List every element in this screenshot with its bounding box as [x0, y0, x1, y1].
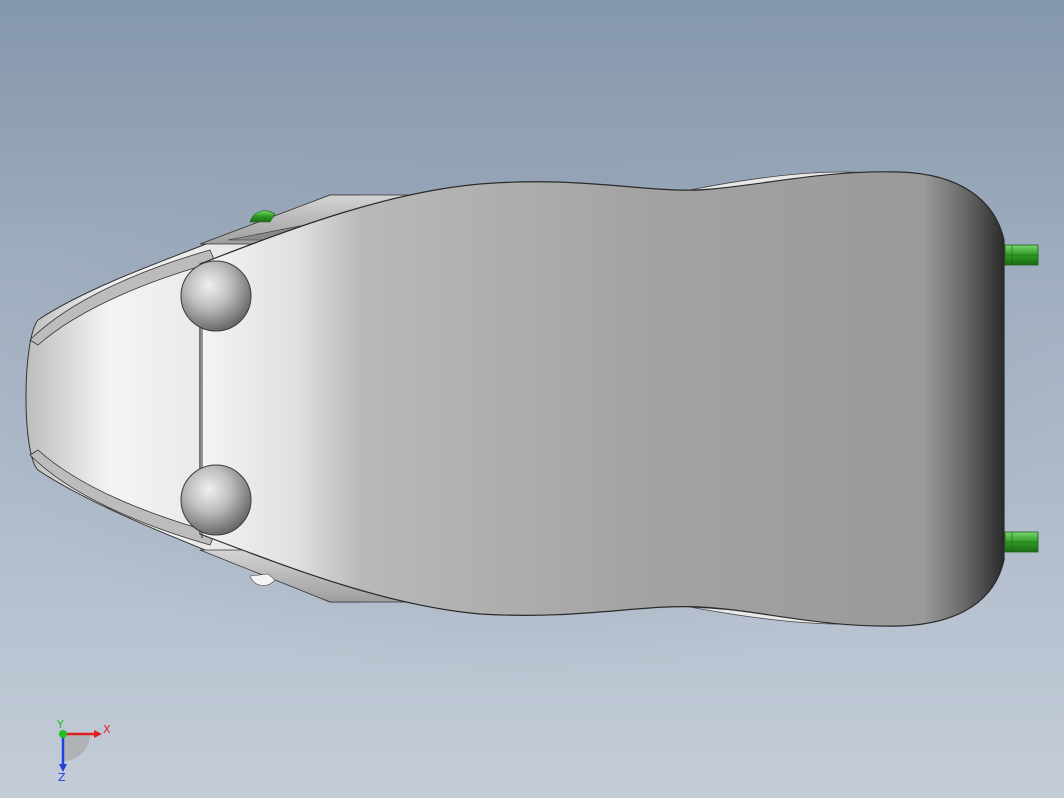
x-axis-label: X	[103, 723, 111, 736]
x-axis-arrowhead	[94, 730, 102, 738]
reference-triad[interactable]: X Y Z	[50, 718, 120, 788]
ball-top[interactable]	[180, 260, 252, 332]
triad-quarter-disc	[63, 734, 90, 761]
ball-bottom[interactable]	[180, 464, 252, 536]
green-pin-bottom[interactable]	[1004, 531, 1039, 553]
y-axis-label: Y	[56, 718, 64, 731]
z-axis-label: Z	[58, 771, 66, 784]
graphics-viewport[interactable]: X Y Z	[0, 0, 1064, 798]
cad-model[interactable]	[0, 0, 1064, 798]
main-body	[199, 171, 1005, 627]
y-axis-dot	[59, 730, 67, 738]
green-pin-top[interactable]	[1004, 244, 1039, 266]
